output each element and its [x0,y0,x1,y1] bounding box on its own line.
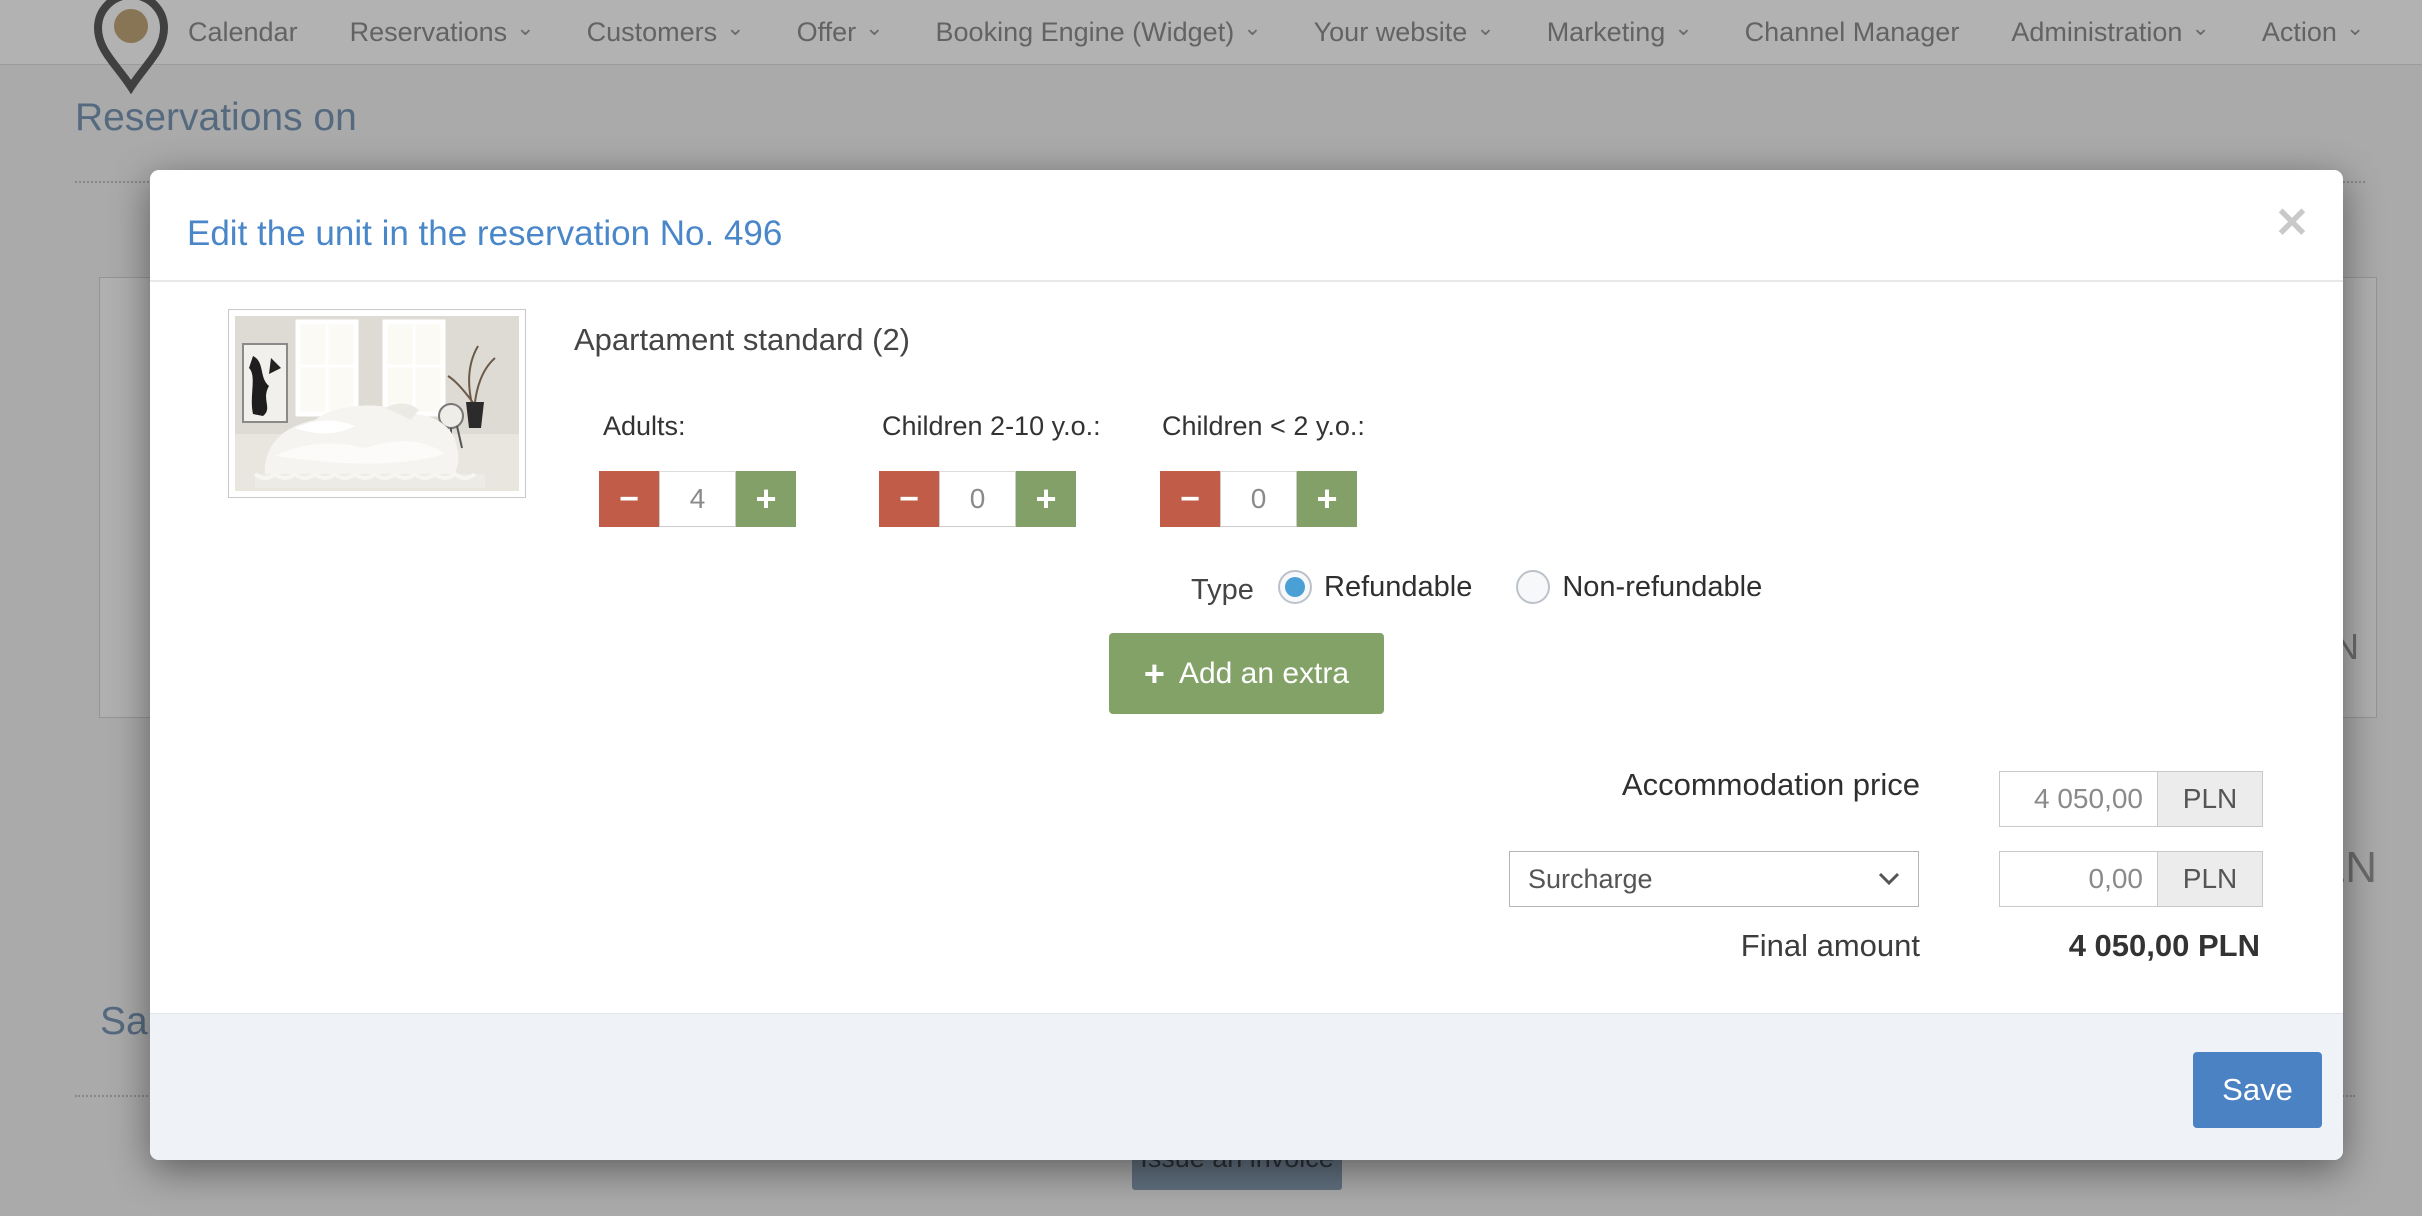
surcharge-selected-option: Surcharge [1528,864,1653,895]
children-under-2-count-input[interactable] [1220,471,1297,527]
children-2-10-label: Children 2-10 y.o.: [882,411,1101,442]
save-button[interactable]: Save [2193,1052,2322,1128]
accommodation-price-label: Accommodation price [1440,767,1920,803]
modal-title: Edit the unit in the reservation No. 496 [187,214,782,254]
add-extra-button[interactable]: + Add an extra [1109,633,1384,714]
children-2-10-stepper: − + [879,471,1076,527]
children-under-2-label: Children < 2 y.o.: [1162,411,1365,442]
chevron-down-icon [1878,872,1900,886]
accommodation-price-input[interactable] [2000,772,2157,826]
bedroom-photo [235,316,519,491]
modal-header-divider [150,280,2343,282]
radio-label: Refundable [1324,571,1472,604]
add-extra-label: Add an extra [1179,657,1349,691]
rate-type-options: Refundable Non-refundable [1278,570,1762,604]
close-icon[interactable]: ✕ [2262,192,2322,252]
children-under-2-stepper: − + [1160,471,1357,527]
radio-non-refundable[interactable]: Non-refundable [1516,570,1762,604]
modal-footer: Save [150,1013,2343,1160]
type-label: Type [1191,574,1254,607]
final-amount-label: Final amount [1440,928,1920,964]
minus-icon[interactable]: − [1160,471,1220,527]
final-amount-value: 4 050,00 PLN [1860,928,2260,964]
plus-icon[interactable]: + [1016,471,1076,527]
adults-label: Adults: [603,411,686,442]
plus-icon[interactable]: + [736,471,796,527]
surcharge-amount-group: PLN [1999,851,2263,907]
radio-unselected-icon [1516,570,1550,604]
currency-addon: PLN [2157,772,2262,826]
plus-icon[interactable]: + [1297,471,1357,527]
edit-unit-modal: Edit the unit in the reservation No. 496… [150,170,2343,1160]
minus-icon[interactable]: − [879,471,939,527]
minus-icon[interactable]: − [599,471,659,527]
children-2-10-count-input[interactable] [939,471,1016,527]
radio-selected-icon [1278,570,1312,604]
unit-name: Apartament standard (2) [574,322,910,358]
surcharge-amount-input[interactable] [2000,852,2157,906]
room-thumbnail [228,309,526,498]
accommodation-price-group: PLN [1999,771,2263,827]
radio-label: Non-refundable [1562,571,1762,604]
adults-count-input[interactable] [659,471,736,527]
radio-refundable[interactable]: Refundable [1278,570,1472,604]
plus-icon: + [1144,653,1165,695]
adults-stepper: − + [599,471,796,527]
currency-addon: PLN [2157,852,2262,906]
surcharge-select[interactable]: Surcharge [1509,851,1919,907]
